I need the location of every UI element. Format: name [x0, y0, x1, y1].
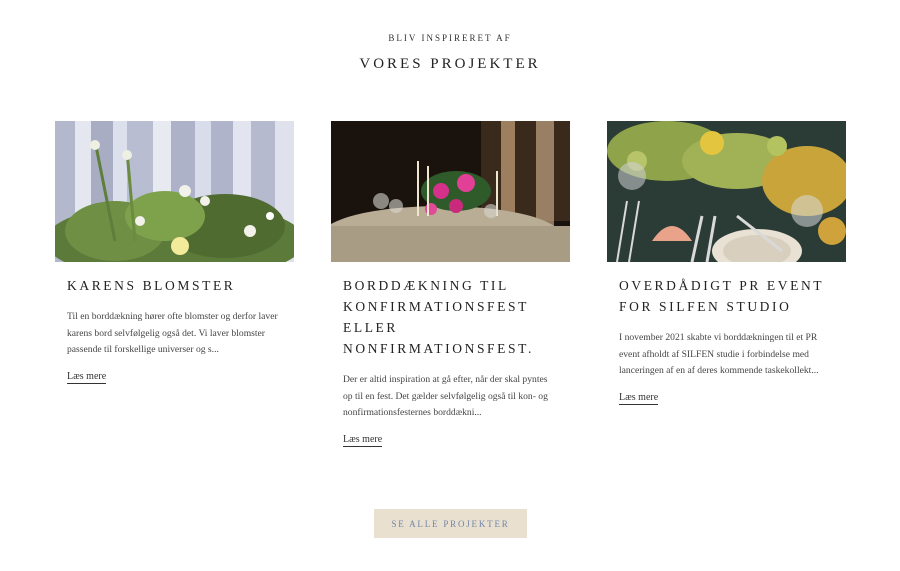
project-card: KARENS BLOMSTER Til en borddækning hører…	[55, 121, 294, 384]
project-card: OVERDÅDIGT PR EVENT FOR SILFEN STUDIO I …	[607, 121, 846, 405]
project-title[interactable]: BORDDÆKNING TIL KONFIRMATIONSFEST ELLER …	[343, 275, 558, 359]
read-more-link[interactable]: Læs mere	[67, 371, 107, 384]
project-excerpt: Til en borddækning hører ofte blomster o…	[67, 311, 278, 355]
project-title[interactable]: KARENS BLOMSTER	[67, 275, 282, 296]
project-excerpt: Der er altid inspiration at gå efter, nå…	[343, 374, 548, 418]
see-all-projects-button[interactable]: SE ALLE PROJEKTER	[374, 509, 527, 538]
project-image-table-setting[interactable]	[331, 121, 570, 262]
project-image-pr-event[interactable]	[607, 121, 846, 262]
project-title[interactable]: OVERDÅDIGT PR EVENT FOR SILFEN STUDIO	[619, 275, 834, 317]
read-more-link[interactable]: Læs mere	[619, 392, 659, 405]
project-image-flowers[interactable]	[55, 121, 294, 262]
read-more-link[interactable]: Læs mere	[343, 434, 383, 447]
section-eyebrow: BLIV INSPIRERET AF	[388, 33, 512, 43]
project-excerpt: I november 2021 skabte vi borddækningen …	[619, 332, 819, 376]
section-title: VORES PROJEKTER	[359, 56, 541, 72]
project-card: BORDDÆKNING TIL KONFIRMATIONSFEST ELLER …	[331, 121, 570, 447]
